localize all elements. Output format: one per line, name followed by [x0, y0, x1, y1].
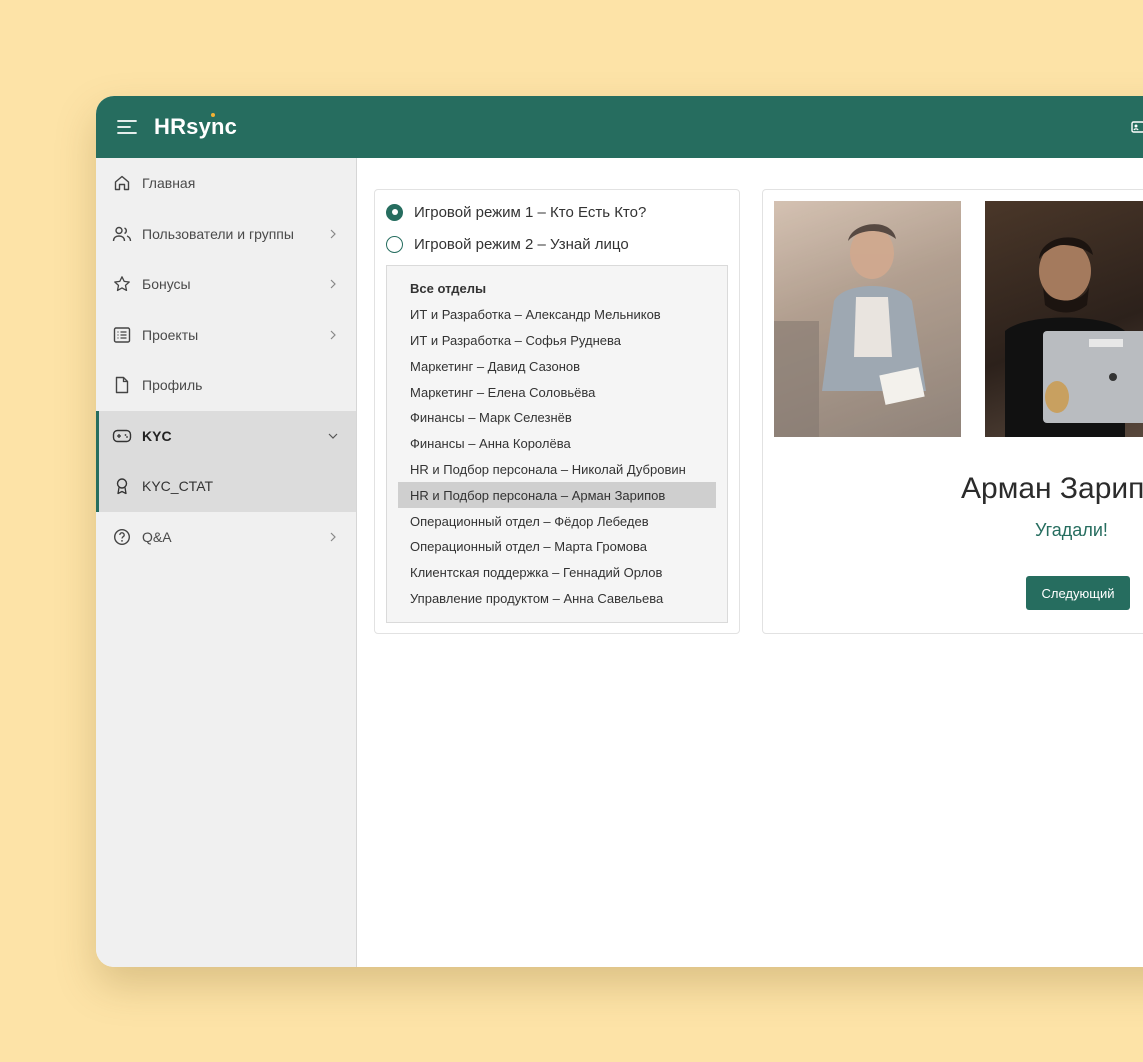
list-header[interactable]: Все отделы [398, 276, 716, 302]
list-item[interactable]: ИТ и Разработка – Софья Руднева [398, 328, 716, 354]
list-item[interactable]: Маркетинг – Елена Соловьёва [398, 379, 716, 405]
top-bar: HRsync [96, 96, 1143, 158]
game-mode-2-option[interactable]: Игровой режим 2 – Узнай лицо [375, 228, 739, 260]
game-mode-label: Игровой режим 1 – Кто Есть Кто? [414, 203, 647, 221]
sidebar-item-label: Q&A [142, 528, 172, 545]
app-window: HRsync Главная Пользователи и группы Бон… [96, 96, 1143, 967]
next-button[interactable]: Следующий [1026, 576, 1130, 610]
list-item[interactable]: Финансы – Анна Королёва [398, 431, 716, 457]
list-item[interactable]: Операционный отдел – Марта Громова [398, 534, 716, 560]
sidebar-item-label: Пользователи и группы [142, 225, 294, 242]
chevron-down-icon [328, 431, 338, 441]
game-settings-panel: Игровой режим 1 – Кто Есть Кто? Игровой … [374, 189, 740, 634]
list-item[interactable]: Финансы – Марк Селезнёв [398, 405, 716, 431]
gamepad-icon [112, 426, 132, 446]
star-icon [112, 274, 132, 294]
sidebar-item-label: KYC_CTAT [142, 478, 214, 495]
badge-icon [112, 476, 132, 496]
help-icon [112, 527, 132, 547]
sidebar-item-label: Проекты [142, 326, 199, 343]
radio-checked-icon[interactable] [386, 203, 403, 221]
logo-dot [211, 113, 215, 117]
sidebar-item-label: Бонусы [142, 276, 191, 293]
sidebar-item-bonuses[interactable]: Бонусы [96, 259, 356, 310]
employee-listbox[interactable]: Все отделы ИТ и Разработка – Александр М… [386, 265, 728, 623]
list-item[interactable]: Клиентская поддержка – Геннадий Орлов [398, 560, 716, 586]
game-panel: Арман Зарипов Угадали! Следующий [762, 189, 1143, 634]
radio-unchecked-icon[interactable] [386, 235, 403, 253]
sidebar-item-profile[interactable]: Профиль [96, 360, 356, 411]
game-mode-1-option[interactable]: Игровой режим 1 – Кто Есть Кто? [375, 196, 739, 228]
sidebar-item-qa[interactable]: Q&A [96, 512, 356, 563]
employee-name: Арман Зарипов [961, 472, 1143, 505]
list-item[interactable]: HR и Подбор персонала – Николай Дубровин [398, 457, 716, 483]
sidebar-item-label: Главная [142, 175, 196, 192]
contact-card-icon[interactable] [1131, 120, 1143, 134]
list-item[interactable]: ИТ и Разработка – Александр Мельников [398, 302, 716, 328]
sidebar-item-users[interactable]: Пользователи и группы [96, 209, 356, 260]
chevron-right-icon [328, 279, 338, 289]
sidebar-item-kyc-stat[interactable]: KYC_CTAT [96, 461, 356, 512]
sidebar-item-label: Профиль [142, 377, 203, 394]
sidebar-item-projects[interactable]: Проекты [96, 310, 356, 361]
sidebar-item-kyc[interactable]: KYC [96, 410, 356, 461]
file-icon [112, 375, 132, 395]
employee-photo-2[interactable] [985, 201, 1143, 437]
menu-icon[interactable] [116, 116, 138, 138]
main-content: Игровой режим 1 – Кто Есть Кто? Игровой … [358, 158, 1143, 967]
list-item[interactable]: Операционный отдел – Фёдор Лебедев [398, 508, 716, 534]
chevron-right-icon [328, 532, 338, 542]
list-item[interactable]: Маркетинг – Давид Сазонов [398, 353, 716, 379]
employee-photo-1[interactable] [774, 201, 961, 437]
users-icon [112, 224, 132, 244]
game-mode-label: Игровой режим 2 – Узнай лицо [414, 235, 629, 253]
sidebar-item-label: KYC [142, 427, 172, 444]
chevron-right-icon [328, 330, 338, 340]
result-message: Угадали! [1035, 520, 1108, 540]
sidebar: Главная Пользователи и группы Бонусы Про… [96, 158, 357, 967]
brand-name: HRsync [154, 114, 238, 139]
sidebar-item-home[interactable]: Главная [96, 158, 356, 209]
brand-logo[interactable]: HRsync [154, 113, 238, 140]
list-item[interactable]: Управление продуктом – Анна Савельева [398, 586, 716, 612]
list-item-selected[interactable]: HR и Подбор персонала – Арман Зарипов [398, 482, 716, 509]
chevron-right-icon [328, 229, 338, 239]
home-icon [112, 173, 132, 193]
list-icon [112, 325, 132, 345]
